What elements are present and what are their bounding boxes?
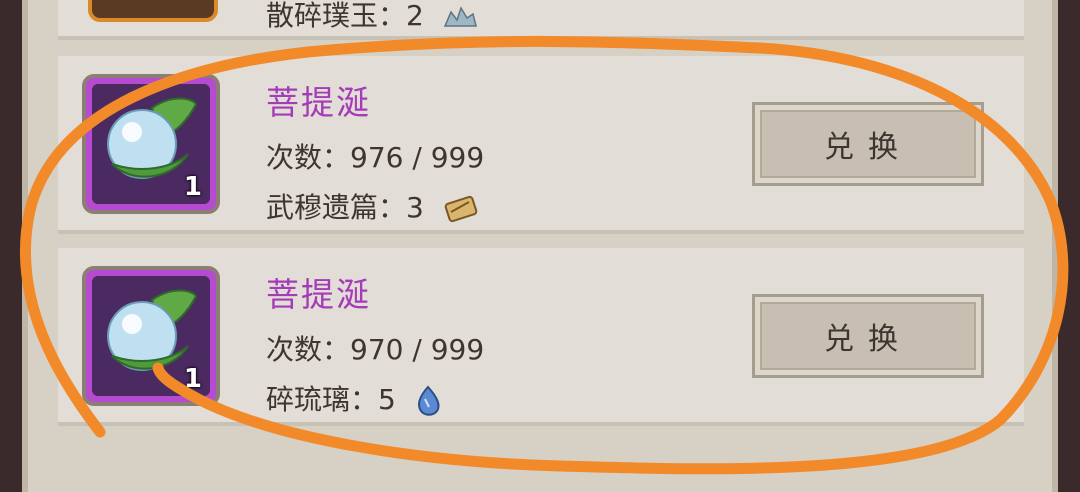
exchange-button[interactable]: 兑换 xyxy=(752,294,984,378)
item-count-badge: 1 xyxy=(183,172,202,202)
times-label: 次数： xyxy=(266,141,351,174)
item-icon-frame[interactable]: 1 xyxy=(82,74,220,214)
cost-line: 散碎璞玉：2 xyxy=(266,0,479,34)
exchange-item: 1 菩提涎 次数：970 / 999 碎琉璃：5 兑换 xyxy=(58,248,1024,426)
exchange-item-partial: 散碎璞玉：2 xyxy=(58,0,1024,40)
glass-shard-icon xyxy=(417,385,440,416)
item-icon-partial xyxy=(88,0,218,22)
times-value: 976 / 999 xyxy=(350,141,485,174)
item-icon-frame[interactable]: 1 xyxy=(82,266,220,406)
times-value: 970 / 999 xyxy=(350,333,485,366)
exchange-button[interactable]: 兑换 xyxy=(752,102,984,186)
cost-value: 2 xyxy=(406,0,424,32)
cost-line: 武穆遗篇：3 xyxy=(266,186,481,226)
cost-label: 碎琉璃： xyxy=(266,383,379,416)
item-title: 菩提涎 xyxy=(266,275,371,314)
cost-value: 5 xyxy=(378,383,396,416)
exchange-item: 1 菩提涎 次数：976 / 999 武穆遗篇：3 兑换 xyxy=(58,56,1024,234)
item-count-badge: 1 xyxy=(183,364,202,394)
item-title: 菩提涎 xyxy=(266,83,371,122)
exchange-times-line: 次数：976 / 999 xyxy=(266,136,484,176)
times-label: 次数： xyxy=(266,333,351,366)
cost-value: 3 xyxy=(406,191,424,224)
cost-label: 武穆遗篇： xyxy=(266,191,407,224)
jade-shards-icon xyxy=(443,6,477,27)
exchange-times-line: 次数：970 / 999 xyxy=(266,328,484,368)
cost-label: 散碎璞玉： xyxy=(266,0,407,32)
cost-line: 碎琉璃：5 xyxy=(266,378,443,418)
scroll-icon xyxy=(444,195,478,223)
